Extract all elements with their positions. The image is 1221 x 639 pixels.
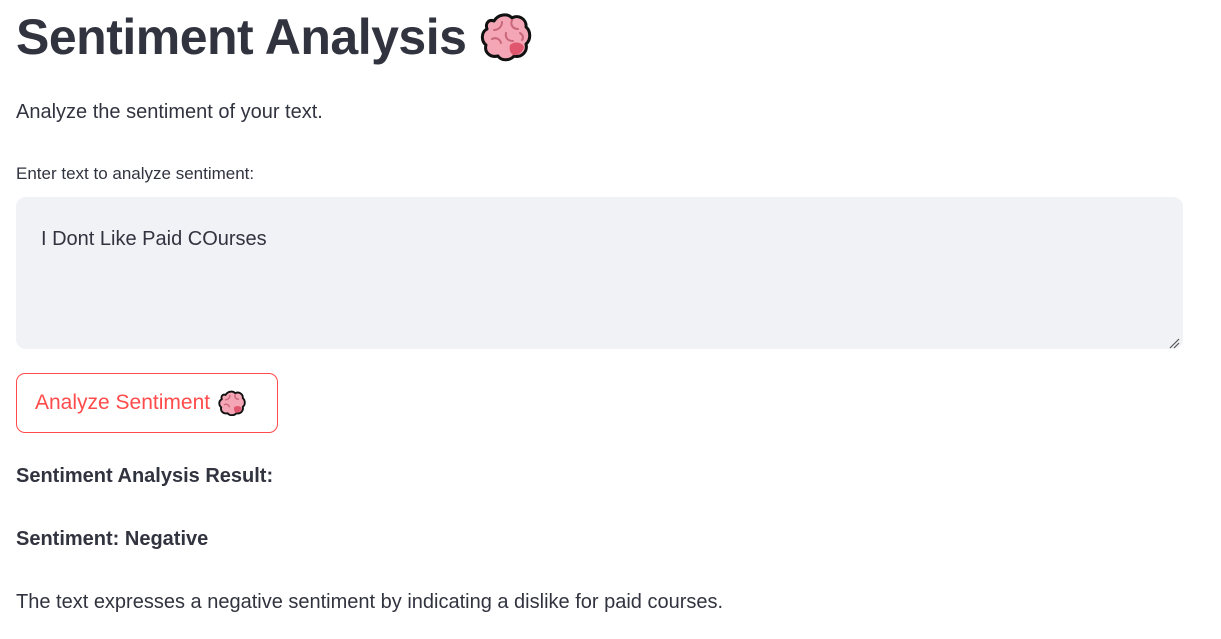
sentiment-text-value[interactable]: I Dont Like Paid COurses (41, 225, 267, 253)
sentiment-result: Sentiment: Negative (16, 528, 209, 550)
page-subtitle: Analyze the sentiment of your text. (16, 101, 323, 123)
sentiment-text-area[interactable]: I Dont Like Paid COurses (16, 197, 1183, 349)
title-row: Sentiment Analysis (16, 4, 532, 70)
sentiment-explanation: The text expresses a negative sentiment … (16, 591, 724, 613)
analyze-sentiment-button-label: Analyze Sentiment (35, 391, 211, 414)
resize-handle-icon[interactable] (1168, 334, 1180, 349)
brain-icon (218, 390, 246, 417)
text-input-label: Enter text to analyze sentiment: (16, 164, 255, 183)
page-title: Sentiment Analysis (16, 9, 467, 65)
analyze-sentiment-button[interactable]: Analyze Sentiment (16, 373, 278, 433)
result-heading: Sentiment Analysis Result: (16, 465, 274, 487)
app-page: Sentiment Analysis Analyze the sentiment… (0, 0, 1221, 639)
brain-icon (480, 11, 532, 63)
